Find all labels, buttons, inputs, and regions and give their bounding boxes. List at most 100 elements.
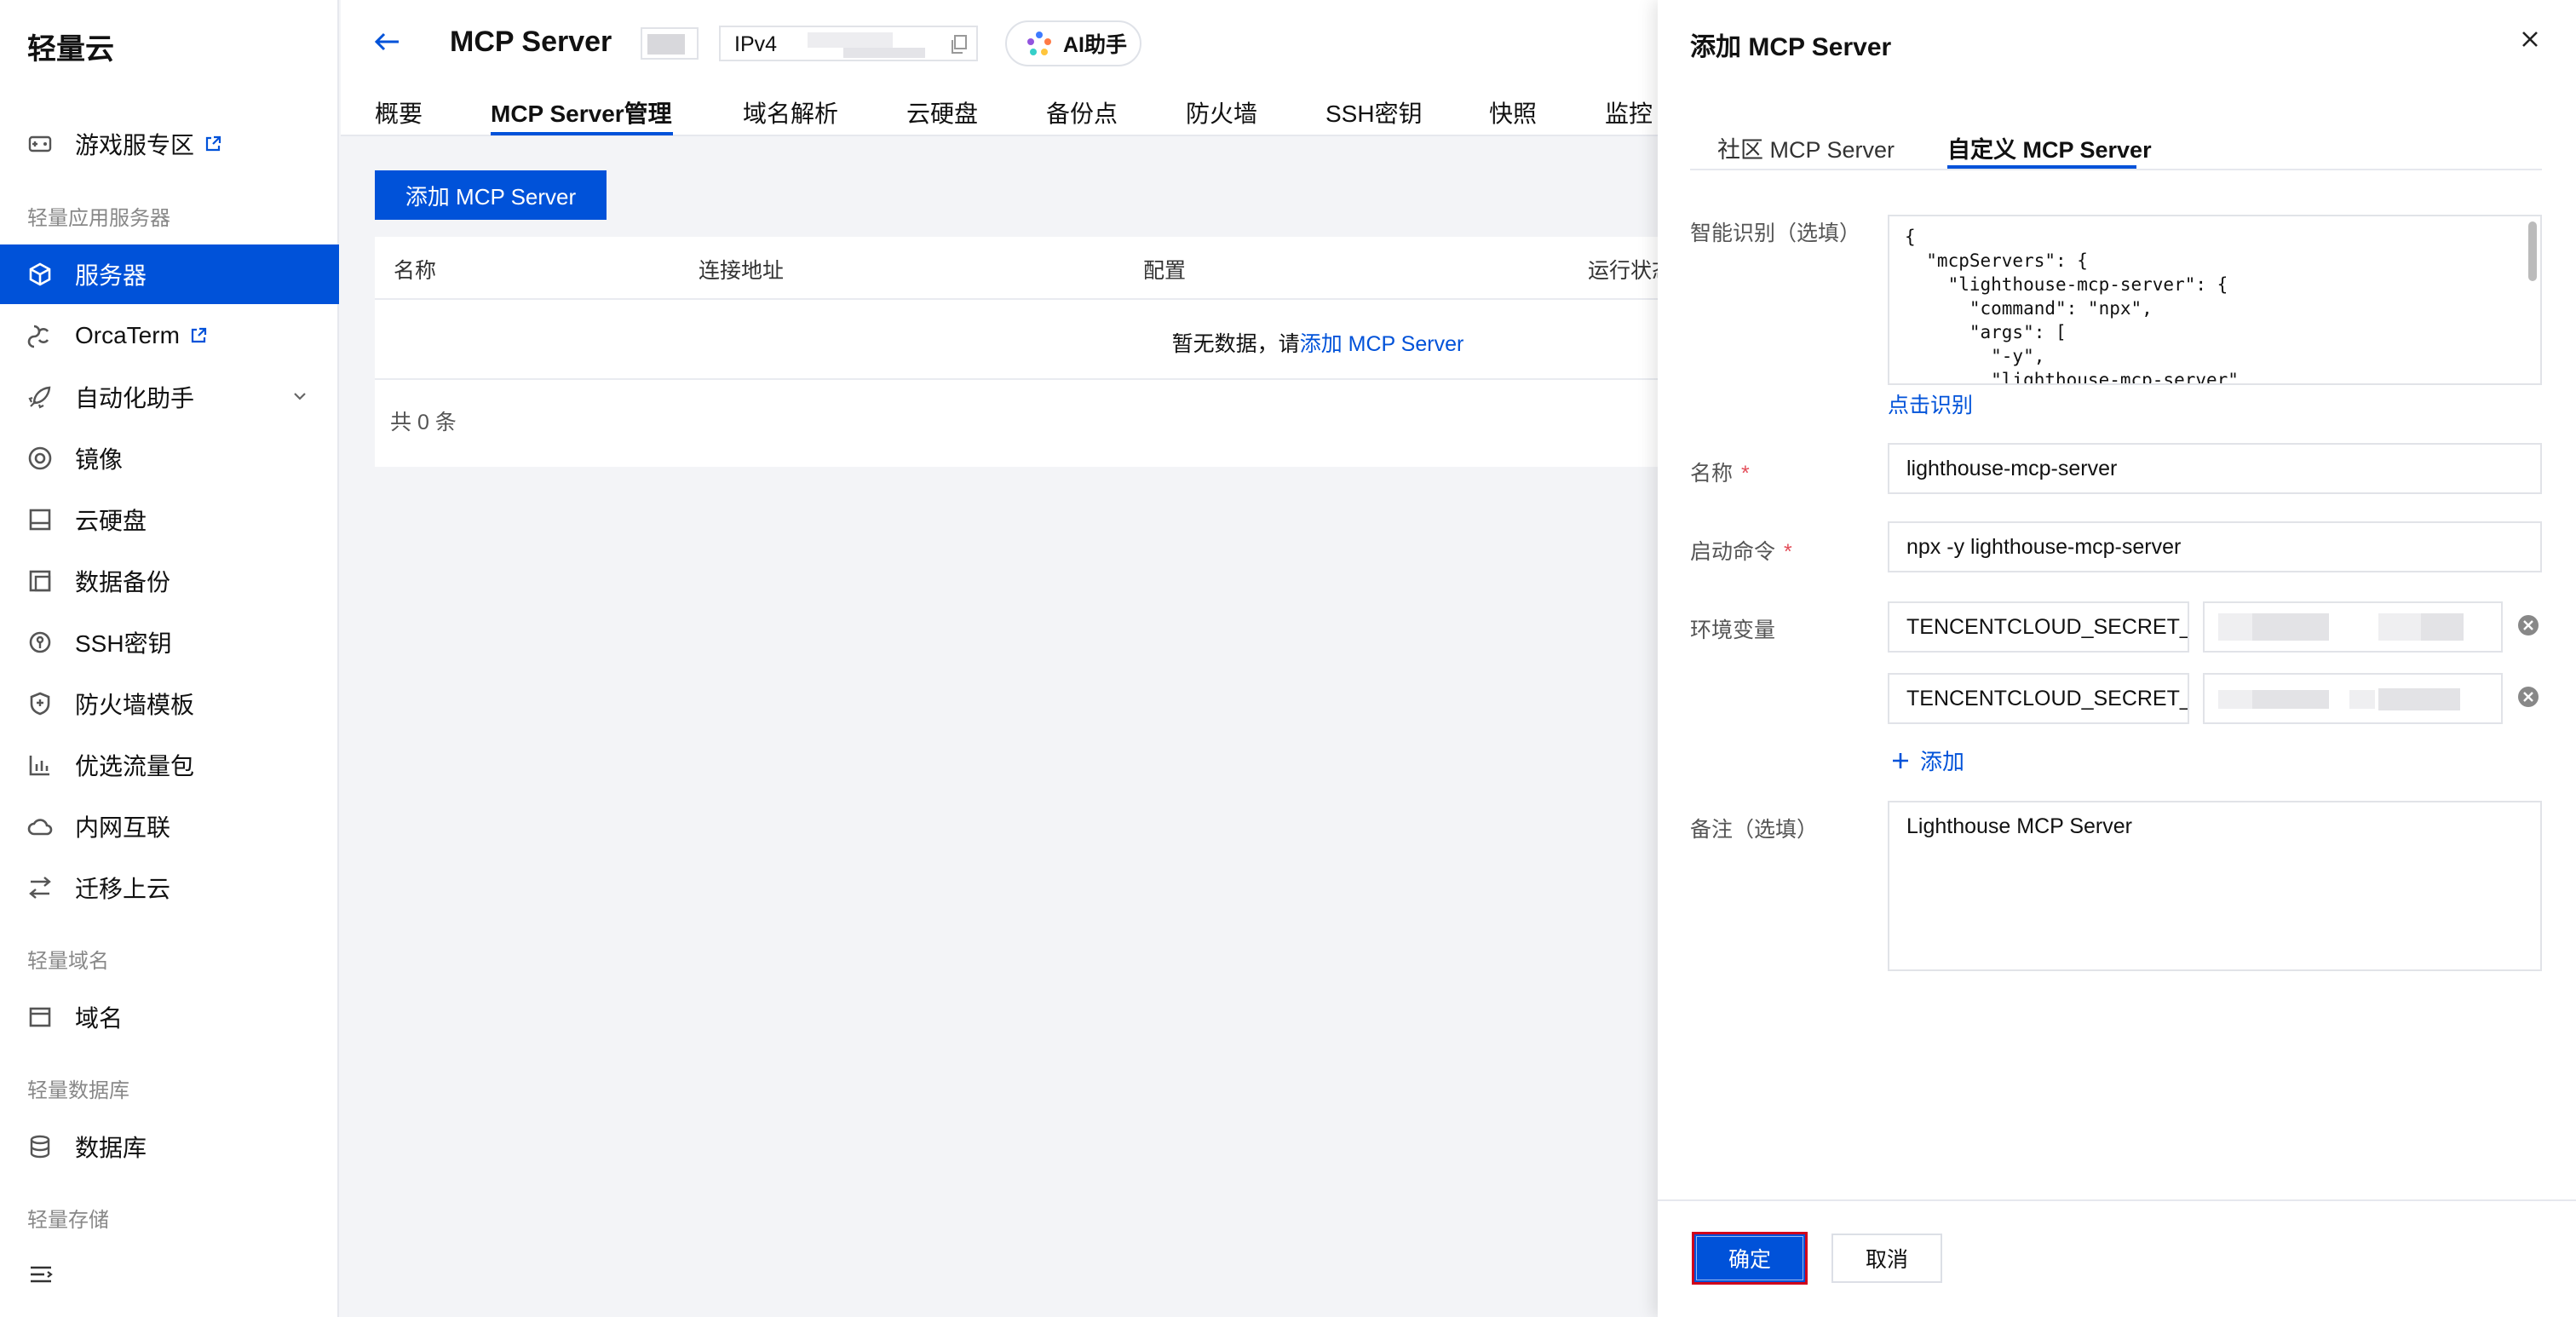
- sidebar: 轻量云 游戏服专区 轻量应用服务器 服务器 OrcaTerm 自动化助手 镜像 …: [0, 0, 339, 1317]
- start-command-input[interactable]: npx -y lighthouse-mcp-server: [1888, 521, 2542, 572]
- database-icon: [27, 1134, 53, 1159]
- empty-text: 暂无数据，请: [1171, 332, 1300, 356]
- json-config-textarea[interactable]: { "mcpServers": { "lighthouse-mcp-server…: [1888, 215, 2542, 385]
- sidebar-item-traffic-packages[interactable]: 优选流量包: [0, 735, 339, 795]
- tab-ssh-keys[interactable]: SSH密钥: [1325, 95, 1423, 129]
- collapse-menu-icon[interactable]: [29, 1264, 53, 1285]
- name-label: 名称 *: [1690, 462, 1750, 486]
- tab-custom-mcp[interactable]: 自定义 MCP Server: [1947, 131, 2152, 164]
- tab-cloud-disk[interactable]: 云硬盘: [906, 95, 978, 129]
- smart-recognition-label: 智能识别（选填）: [1690, 221, 1861, 245]
- sidebar-item-label: 优选流量包: [75, 753, 195, 779]
- page-title: MCP Server: [450, 26, 612, 58]
- sidebar-item-label: 内网互联: [75, 814, 171, 841]
- column-header-address: 连接地址: [699, 259, 785, 283]
- mcp-server-table: 名称 连接地址 配置 运行状态 暂无数据，请添加 MCP Server 共 0 …: [375, 237, 1673, 467]
- copy-icon[interactable]: [949, 34, 968, 55]
- tab-dns[interactable]: 域名解析: [743, 95, 838, 129]
- section-label-domain: 轻量域名: [27, 950, 109, 973]
- remove-env-2-icon[interactable]: [2516, 685, 2540, 709]
- section-label-database: 轻量数据库: [27, 1079, 129, 1102]
- sidebar-item-label: 自动化助手: [75, 385, 195, 411]
- sidebar-item-label: 数据备份: [75, 569, 171, 595]
- name-input[interactable]: lighthouse-mcp-server: [1888, 443, 2542, 494]
- add-mcp-server-drawer: 添加 MCP Server 社区 MCP Server 自定义 MCP Serv…: [1658, 0, 2576, 1317]
- sidebar-item-label: 游戏服专区: [75, 132, 195, 158]
- add-env-label: 添加: [1920, 749, 1965, 774]
- sidebar-item-private-network[interactable]: 内网互联: [0, 797, 339, 856]
- sidebar-item-label: OrcaTerm: [75, 322, 180, 348]
- remove-env-1-icon[interactable]: [2516, 613, 2540, 637]
- start-command-label: 启动命令 *: [1690, 540, 1792, 564]
- env-key-input-2[interactable]: TENCENTCLOUD_SECRET_: [1888, 673, 2189, 724]
- tab-overview[interactable]: 概要: [375, 95, 423, 129]
- terminal-link-icon: [27, 323, 53, 348]
- cancel-button[interactable]: 取消: [1831, 1234, 1942, 1283]
- remark-label: 备注（选填）: [1690, 818, 1819, 842]
- ai-assistant-button[interactable]: AI助手: [1005, 20, 1141, 66]
- key-icon: [27, 630, 53, 655]
- tab-firewall[interactable]: 防火墙: [1186, 95, 1257, 129]
- sidebar-item-label: 云硬盘: [75, 508, 147, 534]
- migrate-icon: [27, 875, 53, 900]
- drawer-title: 添加 MCP Server: [1690, 33, 1892, 61]
- sidebar-item-databases[interactable]: 数据库: [0, 1117, 339, 1176]
- recognize-link[interactable]: 点击识别: [1888, 388, 1973, 419]
- tab-community-mcp[interactable]: 社区 MCP Server: [1717, 131, 1895, 164]
- external-link-icon: [204, 135, 221, 152]
- remark-textarea[interactable]: Lighthouse MCP Server: [1888, 801, 2542, 971]
- env-value-input-2[interactable]: [2203, 673, 2503, 724]
- disc-icon: [27, 446, 53, 471]
- sidebar-item-game-servers[interactable]: 游戏服专区: [0, 114, 339, 174]
- gamepad-icon: [27, 131, 53, 157]
- brand-title: 轻量云: [27, 33, 114, 66]
- empty-add-link[interactable]: 添加 MCP Server: [1300, 332, 1464, 356]
- cube-icon: [27, 262, 53, 287]
- sidebar-item-images[interactable]: 镜像: [0, 428, 339, 488]
- empty-state: 暂无数据，请添加 MCP Server: [1172, 327, 1464, 358]
- sidebar-item-label: 数据库: [75, 1135, 147, 1161]
- sidebar-item-automation[interactable]: 自动化助手: [0, 367, 339, 427]
- json-config-text: { "mcpServers": { "lighthouse-mcp-server…: [1905, 227, 2239, 385]
- ip-type-label: IPv4: [734, 32, 778, 56]
- active-tab-indicator: [491, 132, 673, 135]
- sidebar-item-servers[interactable]: 服务器: [0, 244, 339, 304]
- sidebar-item-label: SSH密钥: [75, 630, 172, 657]
- shield-icon: [27, 691, 53, 716]
- ip-address-box: IPv4: [719, 26, 978, 61]
- env-value-input-1[interactable]: [2203, 601, 2503, 653]
- sidebar-item-label: 迁移上云: [75, 876, 171, 902]
- tab-mcp-server[interactable]: MCP Server管理: [491, 95, 672, 129]
- back-arrow-icon[interactable]: [373, 29, 402, 55]
- sidebar-item-label: 镜像: [75, 446, 124, 473]
- confirm-button[interactable]: 确定: [1692, 1232, 1808, 1285]
- add-mcp-server-button[interactable]: 添加 MCP Server: [375, 170, 607, 220]
- env-vars-label: 环境变量: [1690, 618, 1776, 642]
- sidebar-item-firewall-templates[interactable]: 防火墙模板: [0, 674, 339, 733]
- add-env-button[interactable]: 添加: [1891, 745, 1964, 776]
- backup-icon: [27, 568, 53, 594]
- sidebar-item-migration[interactable]: 迁移上云: [0, 858, 339, 917]
- ai-assistant-label: AI助手: [1063, 33, 1128, 57]
- browser-icon: [27, 1004, 53, 1030]
- plus-icon: [1893, 752, 1908, 768]
- textarea-scrollbar[interactable]: [2528, 221, 2537, 281]
- tab-snapshots[interactable]: 快照: [1489, 95, 1537, 129]
- bar-chart-icon: [27, 752, 53, 778]
- total-count: 共 0 条: [390, 411, 457, 434]
- sidebar-item-backup[interactable]: 数据备份: [0, 551, 339, 611]
- close-icon[interactable]: [2520, 29, 2540, 49]
- sidebar-item-label: 服务器: [75, 262, 147, 289]
- ai-sparkle-icon: [1027, 32, 1051, 55]
- tab-monitoring[interactable]: 监控: [1605, 95, 1653, 129]
- rocket-icon: [27, 384, 53, 410]
- column-header-name: 名称: [394, 259, 437, 283]
- sidebar-item-orcaterm[interactable]: OrcaTerm: [0, 306, 339, 365]
- sidebar-item-ssh-keys[interactable]: SSH密钥: [0, 612, 339, 672]
- env-key-input-1[interactable]: TENCENTCLOUD_SECRET_: [1888, 601, 2189, 653]
- sidebar-item-domains[interactable]: 域名: [0, 987, 339, 1047]
- tab-backup-points[interactable]: 备份点: [1046, 95, 1118, 129]
- sidebar-item-label: 防火墙模板: [75, 692, 195, 718]
- section-label-lighthouse: 轻量应用服务器: [27, 207, 170, 230]
- sidebar-item-cloud-disk[interactable]: 云硬盘: [0, 490, 339, 549]
